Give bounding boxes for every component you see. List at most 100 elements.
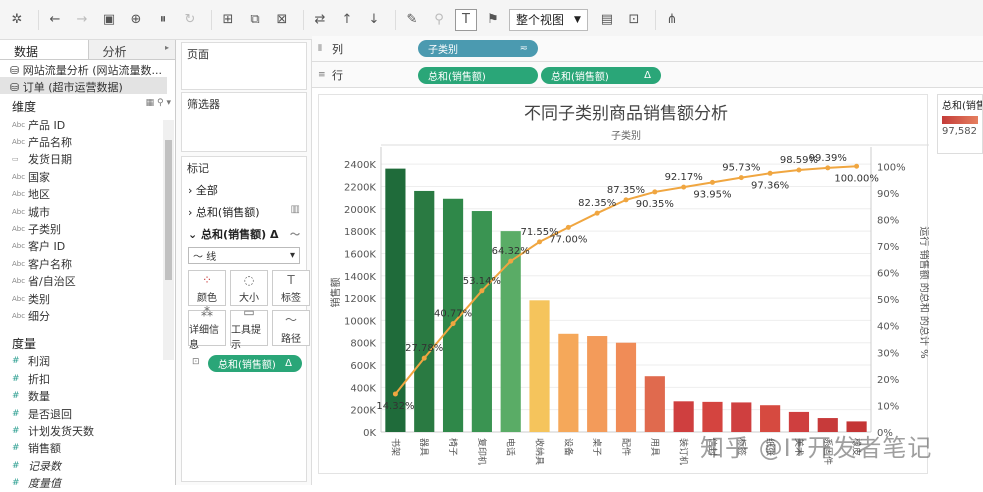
measure-field[interactable]: # 利润 [0, 353, 175, 370]
field-label: 省/自治区 [28, 275, 76, 289]
path-icon: 〜 [284, 313, 297, 327]
dimension-field[interactable]: ▭ 发货日期 [0, 151, 175, 168]
row-pill-2[interactable]: 总和(销售额) Δ [541, 67, 661, 84]
detail-button[interactable]: ⁂ 详细信息 [188, 305, 226, 351]
line-chart-icon: 〜 [290, 230, 300, 241]
dimension-field[interactable]: Abc 子类别 [0, 220, 175, 237]
dimensions-list: Abc 产品 ID Abc 产品名称 ▭ 发货日期 Abc 国家 Abc 地区 Abc 城市 Abc 子类… [0, 116, 175, 325]
cumulative-data-label: 99.39% [809, 153, 847, 164]
path-button[interactable]: 〜路径 [272, 310, 310, 346]
forward-icon[interactable]: → [71, 9, 93, 31]
measure-field[interactable]: # 数量 [0, 387, 175, 404]
marks-all-label: 全部 [195, 184, 218, 197]
pages-card[interactable]: 页面 [181, 42, 307, 90]
dimension-field[interactable]: Abc 产品名称 [0, 133, 175, 150]
fix-axes-icon[interactable]: ⚑ [482, 9, 504, 31]
column-pill[interactable]: 子类别 ≂ [418, 40, 538, 57]
measure-field[interactable]: # 度量值 [0, 474, 175, 491]
label-button[interactable]: T 标签 [272, 270, 310, 306]
cumulative-data-label: 90.35% [636, 199, 674, 210]
show-labels-icon[interactable]: T [455, 8, 477, 31]
cumulative-point [825, 165, 831, 171]
highlight-icon[interactable]: ✎ [401, 9, 423, 31]
dimensions-title: 维度 [12, 100, 37, 114]
color-legend[interactable]: 总和(销售额) 97,582 [937, 94, 983, 154]
cumulative-data-label: 87.35% [607, 185, 645, 196]
filters-card[interactable]: 筛选器 [181, 92, 307, 152]
tableau-logo-icon[interactable]: ✲ [6, 9, 28, 31]
view-size-select[interactable]: 整个视图 ▼ [509, 8, 588, 31]
dimension-field[interactable]: Abc 城市 [0, 203, 175, 220]
field-label: 记录数 [28, 459, 61, 473]
pareto-chart[interactable]: 不同子类别商品销售额分析子类别 0K 200K 400K 600K 800K 1000K 12… [319, 95, 931, 475]
measure-field[interactable]: # 记录数 [0, 457, 175, 474]
visualization-area[interactable]: 不同子类别商品销售额分析 子类别 0K 200K 400K 600K 800K 1000K 12… [318, 94, 931, 475]
dimensions-header-icons[interactable]: ▦ ⚲ ▾ [146, 98, 171, 114]
y2-tick-label: 80% [877, 215, 899, 226]
color-button[interactable]: ⁘ 颜色 [188, 270, 226, 306]
path-field-pill[interactable]: 总和(销售额) Δ [208, 355, 302, 372]
tooltip-button[interactable]: ▭ 工具提示 [230, 305, 268, 351]
delta-icon: Δ [285, 358, 292, 369]
cumulative-point [738, 175, 744, 181]
dimension-field[interactable]: Abc 客户 ID [0, 238, 175, 255]
swap-axes-icon[interactable]: ⇄ [309, 9, 331, 31]
dimension-field[interactable]: Abc 国家 [0, 168, 175, 185]
clear-sheet-icon[interactable]: ⊠ [271, 9, 293, 31]
field-label: 客户 ID [28, 240, 66, 254]
cumulative-point [796, 167, 802, 173]
mark-type-select[interactable]: 〜 线 ▾ [188, 247, 300, 264]
pause-updates-icon[interactable]: ⏸ [152, 9, 174, 31]
group-icon[interactable]: ⚲ [428, 9, 450, 31]
dimension-field[interactable]: Abc 细分 [0, 307, 175, 324]
duplicate-sheet-icon[interactable]: ⧉ [244, 9, 266, 31]
marks-line-row[interactable]: ⌄ 总和(销售额) Δ 〜 [182, 223, 306, 245]
measure-field[interactable]: # 是否退回 [0, 405, 175, 422]
line-mark-icon: 〜 [193, 252, 207, 263]
cumulative-point [623, 197, 629, 203]
row-pill-2-label: 总和(销售额) [551, 72, 609, 83]
sort-ascending-icon[interactable]: ↑ [336, 9, 358, 31]
bar [471, 211, 492, 432]
columns-shelf[interactable]: ⦀ 列 [312, 36, 983, 62]
tab-menu-icon[interactable]: ▸ [165, 43, 169, 52]
tab-data[interactable]: 数据 [0, 40, 88, 59]
cumulative-point [681, 184, 687, 190]
pages-card-title: 页面 [187, 48, 209, 61]
new-datasource-icon[interactable]: ⊕ [125, 9, 147, 31]
dimension-field[interactable]: Abc 省/自治区 [0, 273, 175, 290]
share-icon[interactable]: ⋔ [661, 9, 683, 31]
measure-field[interactable]: # 折扣 [0, 370, 175, 387]
datasource-item[interactable]: ⛁ 网站流量分析 (网站流量数... [0, 60, 175, 77]
path-pill-type-icon: ⊡ [192, 357, 200, 367]
dimension-field[interactable]: Abc 类别 [0, 290, 175, 307]
save-icon[interactable]: ▣ [98, 9, 120, 31]
legend-value: 97,582 [942, 126, 977, 137]
new-worksheet-icon[interactable]: ⊞ [217, 9, 239, 31]
marks-all-row[interactable]: › 全部 [182, 179, 306, 201]
field-label: 类别 [28, 292, 50, 306]
x-tick-label: 复印机 [476, 438, 488, 465]
y-tick-label: 1800K [344, 227, 376, 238]
dimension-field[interactable]: Abc 产品 ID [0, 116, 175, 133]
dimension-field[interactable]: Abc 客户名称 [0, 255, 175, 272]
dimensions-scrollbar[interactable] [163, 120, 174, 360]
measure-field[interactable]: # 销售额 [0, 440, 175, 457]
sort-descending-icon[interactable]: ↓ [363, 9, 385, 31]
marks-properties-grid: ⁘ 颜色 ◌ 大小 T 标签 ⁂ 详细信息 ▭ 工具提示 〜路径 [188, 270, 310, 351]
measure-field[interactable]: # 计划发货天数 [0, 422, 175, 439]
marks-bar-row[interactable]: › 总和(销售额) ▥ [182, 201, 306, 223]
presentation-mode-icon[interactable]: ⊡ [623, 9, 645, 31]
back-icon[interactable]: ← [44, 9, 66, 31]
scrollbar-thumb[interactable] [165, 140, 172, 280]
chevron-down-icon: ▼ [574, 14, 581, 25]
tab-analysis[interactable]: 分析 ▸ [87, 40, 175, 59]
string-type-icon: Abc [12, 242, 26, 251]
rows-icon: ≡ [318, 69, 326, 80]
row-pill-1[interactable]: 总和(销售额) [418, 67, 538, 84]
show-cards-icon[interactable]: ▤ [596, 9, 618, 31]
dimension-field[interactable]: Abc 地区 [0, 186, 175, 203]
size-button[interactable]: ◌ 大小 [230, 270, 268, 306]
datasource-item-selected[interactable]: ⛁ 订单 (超市运营数据) [0, 77, 167, 94]
refresh-icon[interactable]: ↻ [179, 9, 201, 31]
